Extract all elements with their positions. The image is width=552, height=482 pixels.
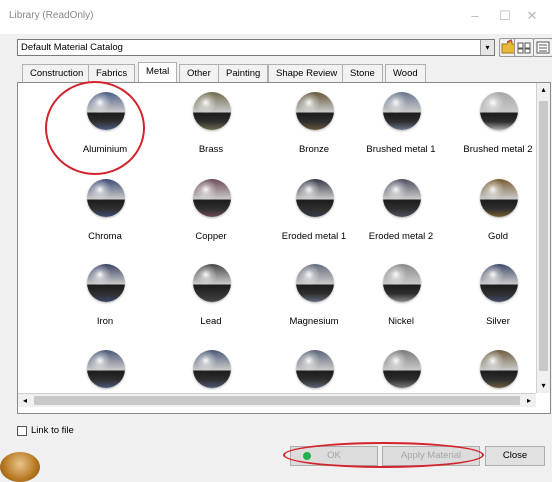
material-label: Iron: [96, 316, 114, 327]
close-button-label: Close: [502, 450, 528, 461]
material-grid: Aluminium Brass Bronze Brushed metal 1 B…: [18, 83, 536, 393]
horizontal-scroll-thumb[interactable]: [34, 396, 520, 405]
vertical-scrollbar[interactable]: ▴ ▾: [536, 83, 550, 393]
tab-label: Fabrics: [96, 68, 128, 79]
material-item[interactable]: [351, 346, 451, 393]
material-copper[interactable]: Copper: [161, 175, 261, 261]
large-icons-view-icon: [517, 42, 531, 54]
material-label: Gold: [487, 231, 509, 242]
material-sphere: [480, 264, 518, 302]
tab-fabrics[interactable]: Fabrics: [88, 64, 136, 83]
tab-label: Painting: [226, 68, 261, 79]
tab-metal[interactable]: Metal: [138, 62, 178, 84]
material-sphere: [87, 350, 125, 388]
material-item[interactable]: [264, 346, 364, 393]
material-sphere: [383, 264, 421, 302]
material-sphere: [193, 264, 231, 302]
material-silver[interactable]: Silver: [448, 260, 536, 346]
material-label: Brushed metal 2: [463, 144, 533, 155]
link-to-file-checkbox[interactable]: [17, 426, 27, 436]
horizontal-scrollbar[interactable]: ◂ ▸: [18, 393, 536, 407]
scroll-down-icon[interactable]: ▾: [537, 379, 550, 393]
catalog-select[interactable]: Default Material Catalog ▾: [17, 39, 495, 56]
ok-button-label: OK: [327, 450, 341, 461]
catalog-row: Default Material Catalog ▾: [0, 38, 552, 60]
tab-label: Stone: [350, 68, 375, 79]
material-sphere: [87, 179, 125, 217]
material-sphere: [480, 179, 518, 217]
material-sphere: [193, 179, 231, 217]
material-iron[interactable]: Iron: [55, 260, 155, 346]
close-icon[interactable]: ✕: [522, 8, 542, 24]
minimize-icon[interactable]: –: [465, 8, 485, 24]
material-bronze[interactable]: Bronze: [264, 88, 364, 174]
material-sphere: [87, 264, 125, 302]
scroll-left-icon[interactable]: ◂: [18, 394, 32, 407]
dialog-button-bar: OK Apply Material Close: [0, 444, 552, 468]
tab-construction[interactable]: Construction: [22, 64, 92, 83]
tab-wood[interactable]: Wood: [385, 64, 426, 83]
tab-label: Shape Review: [276, 68, 338, 79]
window-title: Library (ReadOnly): [9, 10, 94, 21]
material-sphere: [193, 350, 231, 388]
close-button[interactable]: Close: [485, 446, 545, 466]
ok-button[interactable]: OK: [290, 446, 378, 466]
material-item[interactable]: [161, 346, 261, 393]
list-view-button[interactable]: [533, 38, 552, 57]
tab-label: Construction: [30, 68, 84, 79]
material-sphere: [296, 264, 334, 302]
material-brushed-metal-2[interactable]: Brushed metal 2: [448, 88, 536, 174]
status-dot-icon: [303, 452, 311, 460]
tab-label: Other: [187, 68, 211, 79]
scroll-up-icon[interactable]: ▴: [537, 83, 550, 97]
title-bar: Library (ReadOnly) – ☐ ✕: [0, 0, 552, 34]
material-label: Copper: [195, 231, 227, 242]
material-sphere: [87, 92, 125, 130]
material-label: Chroma: [88, 231, 122, 242]
material-item[interactable]: [55, 346, 155, 393]
material-label: Aluminium: [82, 144, 128, 155]
catalog-select-value: Default Material Catalog: [21, 42, 123, 53]
apply-material-button[interactable]: Apply Material: [382, 446, 480, 466]
material-aluminium[interactable]: Aluminium: [55, 88, 155, 174]
material-panel: Aluminium Brass Bronze Brushed metal 1 B…: [17, 82, 551, 414]
link-to-file-label: Link to file: [31, 425, 74, 436]
material-sphere: [480, 350, 518, 388]
scroll-right-icon[interactable]: ▸: [522, 394, 536, 407]
material-eroded-metal-1[interactable]: Eroded metal 1: [264, 175, 364, 261]
vertical-scroll-thumb[interactable]: [539, 101, 548, 371]
material-brass[interactable]: Brass: [161, 88, 261, 174]
icon-view-button[interactable]: [514, 38, 534, 57]
material-nickel[interactable]: Nickel: [351, 260, 451, 346]
material-item[interactable]: [448, 346, 536, 393]
material-sphere: [383, 179, 421, 217]
tab-label: Wood: [393, 68, 418, 79]
list-view-icon: [536, 41, 550, 54]
tab-painting[interactable]: Painting: [218, 64, 269, 83]
material-sphere: [296, 92, 334, 130]
material-gold[interactable]: Gold: [448, 175, 536, 261]
material-magnesium[interactable]: Magnesium: [264, 260, 364, 346]
material-sphere: [480, 92, 518, 130]
material-sphere: [383, 92, 421, 130]
chevron-down-icon[interactable]: ▾: [480, 40, 494, 55]
tab-shape-review[interactable]: Shape Review: [268, 64, 346, 83]
material-sphere: [193, 92, 231, 130]
material-eroded-metal-2[interactable]: Eroded metal 2: [351, 175, 451, 261]
material-chroma[interactable]: Chroma: [55, 175, 155, 261]
material-label: Lead: [200, 316, 222, 327]
material-sphere: [296, 350, 334, 388]
material-sphere: [383, 350, 421, 388]
maximize-icon[interactable]: ☐: [495, 8, 515, 24]
material-sphere: [296, 179, 334, 217]
apply-material-label: Apply Material: [400, 450, 462, 461]
tab-other[interactable]: Other: [179, 64, 219, 83]
tab-stone[interactable]: Stone: [342, 64, 383, 83]
material-label: Silver: [486, 316, 510, 327]
material-brushed-metal-1[interactable]: Brushed metal 1: [351, 88, 451, 174]
material-lead[interactable]: Lead: [161, 260, 261, 346]
material-label: Brass: [198, 144, 224, 155]
tab-label: Metal: [146, 66, 170, 77]
